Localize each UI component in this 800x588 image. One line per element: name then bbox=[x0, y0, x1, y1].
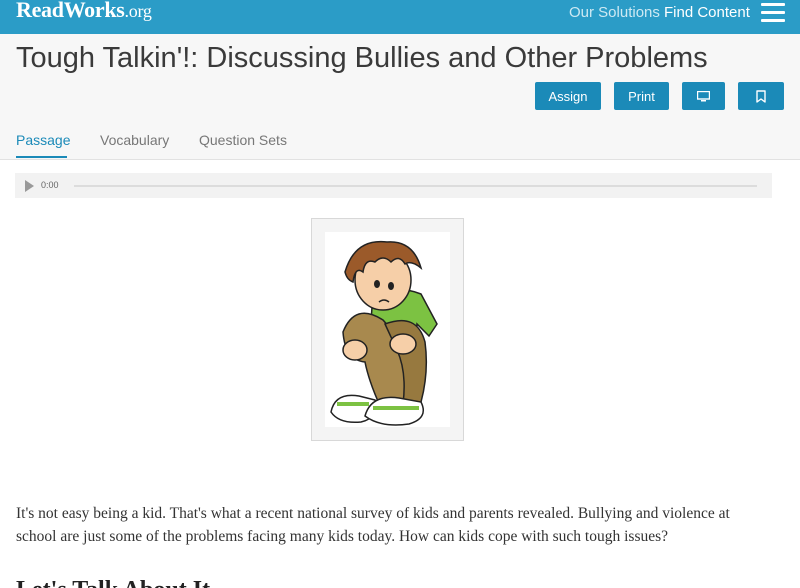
tab-passage[interactable]: Passage bbox=[16, 132, 70, 148]
passage-paragraph: It's not easy being a kid. That's what a… bbox=[16, 505, 730, 545]
assign-button[interactable]: Assign bbox=[535, 82, 601, 110]
print-button[interactable]: Print bbox=[614, 82, 669, 110]
passage-image bbox=[325, 232, 450, 427]
logo-text: ReadWorks bbox=[16, 0, 125, 22]
passage-header: Tough Talkin'!: Discussing Bullies and O… bbox=[0, 34, 800, 160]
hamburger-icon[interactable] bbox=[761, 3, 785, 22]
audio-player: 0:00 bbox=[15, 173, 772, 198]
tab-vocabulary[interactable]: Vocabulary bbox=[100, 132, 169, 148]
monitor-icon bbox=[697, 90, 710, 101]
nav-our-solutions[interactable]: Our Solutions bbox=[569, 4, 660, 21]
sad-boy-illustration bbox=[330, 240, 438, 426]
nav-find-content[interactable]: Find Content bbox=[664, 4, 750, 21]
tab-question-sets[interactable]: Question Sets bbox=[199, 132, 287, 148]
top-navigation-bar: ReadWorks.org Our Solutions Find Content bbox=[0, 0, 800, 34]
audio-time: 0:00 bbox=[41, 180, 59, 190]
passage-image-frame bbox=[311, 218, 464, 441]
logo-suffix: .org bbox=[124, 1, 152, 21]
play-icon[interactable] bbox=[25, 180, 34, 192]
passage-subheading: Let's Talk About It bbox=[16, 577, 210, 588]
page-title: Tough Talkin'!: Discussing Bullies and O… bbox=[16, 42, 708, 74]
readworks-logo[interactable]: ReadWorks.org bbox=[16, 0, 152, 23]
bookmark-button[interactable] bbox=[738, 82, 784, 110]
active-tab-indicator bbox=[16, 156, 67, 158]
present-button[interactable] bbox=[682, 82, 725, 110]
audio-progress-track[interactable] bbox=[74, 185, 757, 187]
bookmark-icon bbox=[756, 89, 766, 103]
